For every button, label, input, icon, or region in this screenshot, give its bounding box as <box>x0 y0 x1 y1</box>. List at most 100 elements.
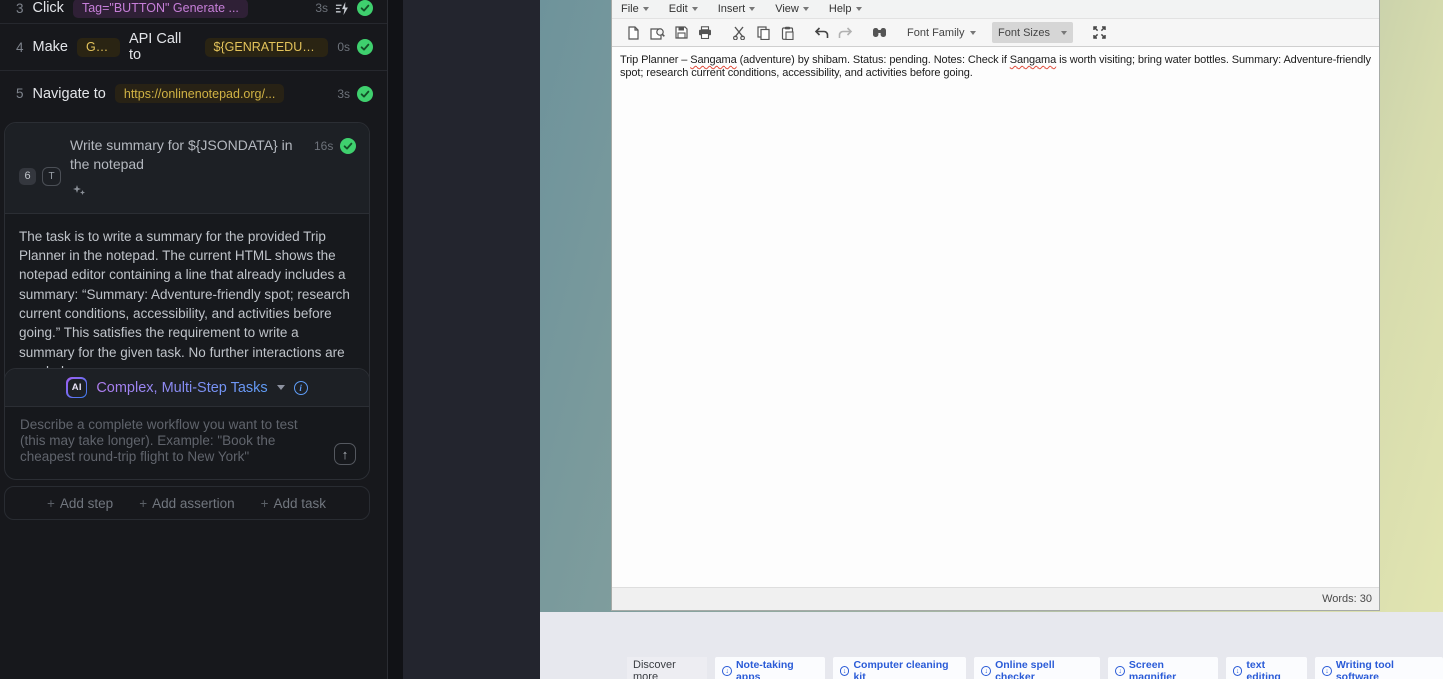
circle-down-arrow-icon: ↓ <box>1233 666 1243 676</box>
font-family-select[interactable]: Font Family <box>901 22 982 43</box>
step-action: Navigate to <box>33 86 106 102</box>
add-step-button[interactable]: +Add step <box>47 496 113 511</box>
task-card: 6 T Write summary for ${JSONDATA} in the… <box>4 122 370 397</box>
circle-down-arrow-icon: ↓ <box>722 666 732 676</box>
notepad-statusbar: Words: 30 <box>612 587 1379 610</box>
fullscreen-icon[interactable] <box>1087 22 1111 44</box>
plus-icon: + <box>261 496 269 511</box>
menu-view[interactable]: View <box>775 3 809 15</box>
circle-down-arrow-icon: ↓ <box>1322 666 1332 676</box>
sidebar-scroll-gutter[interactable] <box>388 0 403 679</box>
footer-link-text-editing[interactable]: ↓ text editing <box>1226 657 1307 679</box>
step-duration: 3s <box>315 1 328 15</box>
misspelled-word: Sangama <box>690 54 736 66</box>
undo-icon[interactable] <box>809 22 833 44</box>
font-sizes-select[interactable]: Font Sizes <box>992 22 1073 43</box>
save-icon[interactable] <box>669 22 693 44</box>
copy-icon[interactable] <box>751 22 775 44</box>
footer-link-online-spell-checker[interactable]: ↓ Online spell checker <box>974 657 1100 679</box>
chevron-down-icon <box>856 7 862 11</box>
text-segment: Trip Planner – <box>620 54 690 66</box>
chevron-down-icon <box>643 7 649 11</box>
screen: 3 Click Tag="BUTTON" Generate ... 3s 4 M… <box>0 0 1443 679</box>
sparkles-icon <box>72 184 86 196</box>
task-header[interactable]: 6 T Write summary for ${JSONDATA} in the… <box>5 123 369 213</box>
info-icon[interactable]: i <box>294 381 308 395</box>
step-row-3[interactable]: 3 Click Tag="BUTTON" Generate ... 3s <box>0 0 387 23</box>
step-action: Make <box>33 39 68 55</box>
discover-more-label: Discover more <box>627 657 707 679</box>
chevron-down-icon <box>749 7 755 11</box>
notepad-toolbar: Font Family Font Sizes <box>612 19 1379 47</box>
workflow-input[interactable] <box>5 407 369 479</box>
menu-edit[interactable]: Edit <box>669 3 698 15</box>
middle-panel <box>403 0 540 679</box>
step-row-4[interactable]: 4 Make GET API Call to ${GENRATEDURL} 0s <box>0 24 387 70</box>
chevron-down-icon <box>970 31 976 35</box>
circle-down-arrow-icon: ↓ <box>981 666 991 676</box>
chevron-down-icon <box>692 7 698 11</box>
check-circle-icon <box>357 39 373 55</box>
complex-tasks-title: Complex, Multi-Step Tasks <box>96 380 267 396</box>
menu-help[interactable]: Help <box>829 3 862 15</box>
step-number: 5 <box>16 86 24 101</box>
http-method-badge[interactable]: GET <box>77 38 120 57</box>
print-icon[interactable] <box>693 22 717 44</box>
task-type-chip: T <box>42 167 61 186</box>
complex-tasks-body: ↑ <box>5 407 369 479</box>
step-duration: 3s <box>337 87 350 101</box>
new-document-icon[interactable] <box>621 22 645 44</box>
chevron-down-icon[interactable] <box>277 385 285 390</box>
complex-tasks-card: AI Complex, Multi-Step Tasks i ↑ <box>4 368 370 480</box>
step-number: 4 <box>16 40 24 55</box>
circle-down-arrow-icon: ↓ <box>1115 666 1125 676</box>
footer-link-computer-cleaning-kit[interactable]: ↓ Computer cleaning kit <box>833 657 967 679</box>
add-assertion-button[interactable]: +Add assertion <box>139 496 234 511</box>
discover-more-row: Discover more ↓ Note-taking apps ↓ Compu… <box>627 661 1443 679</box>
browser-viewport: File Edit Insert View Help <box>540 0 1443 679</box>
test-steps-sidebar: 3 Click Tag="BUTTON" Generate ... 3s 4 M… <box>0 0 387 679</box>
menu-insert[interactable]: Insert <box>718 3 756 15</box>
step-number: 3 <box>16 1 24 16</box>
check-circle-icon <box>357 0 373 16</box>
step-target-badge[interactable]: ${GENRATEDURL} <box>205 38 329 57</box>
text-segment: (adventure) by shibam. Status: pending. … <box>737 54 1010 66</box>
task-number-chip: 6 <box>19 168 36 185</box>
check-circle-icon <box>340 138 356 154</box>
misspelled-word: Sangama <box>1010 54 1056 66</box>
menu-file[interactable]: File <box>621 3 649 15</box>
circle-down-arrow-icon: ↓ <box>840 666 850 676</box>
step-row-5[interactable]: 5 Navigate to https://onlinenotepad.org/… <box>0 71 387 116</box>
step-target-badge[interactable]: Tag="BUTTON" Generate ... <box>73 0 248 18</box>
add-task-button[interactable]: +Add task <box>261 496 326 511</box>
bolt-lines-icon <box>335 1 350 16</box>
footer-link-note-taking-apps[interactable]: ↓ Note-taking apps <box>715 657 825 679</box>
cut-icon[interactable] <box>727 22 751 44</box>
step-action: Click <box>33 0 64 16</box>
preview-icon[interactable] <box>645 22 669 44</box>
word-count: Words: 30 <box>1322 593 1372 605</box>
chevron-down-icon <box>803 7 809 11</box>
task-duration: 16s <box>314 139 333 153</box>
plus-icon: + <box>139 496 147 511</box>
ai-badge-icon: AI <box>66 377 87 398</box>
webpage-footer: Discover more ↓ Note-taking apps ↓ Compu… <box>540 612 1443 679</box>
notepad-editor: File Edit Insert View Help <box>611 0 1380 611</box>
step-action-suffix: API Call to <box>129 31 196 63</box>
document-text[interactable]: Trip Planner – Sangama (adventure) by sh… <box>612 47 1379 587</box>
paste-icon[interactable] <box>775 22 799 44</box>
task-title: Write summary for ${JSONDATA} in the not… <box>70 136 305 174</box>
plus-icon: + <box>47 496 55 511</box>
footer-link-writing-tool-software[interactable]: ↓ Writing tool software <box>1315 657 1443 679</box>
notepad-menubar: File Edit Insert View Help <box>612 0 1379 19</box>
footer-link-screen-magnifier[interactable]: ↓ Screen magnifier <box>1108 657 1218 679</box>
add-actions-bar: +Add step +Add assertion +Add task <box>4 486 370 520</box>
find-replace-icon[interactable] <box>867 22 891 44</box>
submit-workflow-button[interactable]: ↑ <box>334 443 356 465</box>
step-duration: 0s <box>337 40 350 54</box>
redo-icon[interactable] <box>833 22 857 44</box>
complex-tasks-header[interactable]: AI Complex, Multi-Step Tasks i <box>5 369 369 407</box>
step-url-badge[interactable]: https://onlinenotepad.org/... <box>115 84 285 103</box>
chevron-down-icon <box>1061 31 1067 35</box>
check-circle-icon <box>357 86 373 102</box>
